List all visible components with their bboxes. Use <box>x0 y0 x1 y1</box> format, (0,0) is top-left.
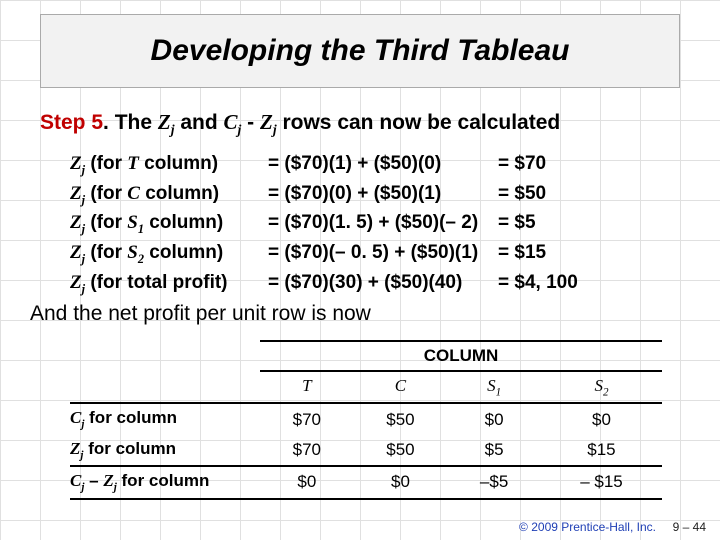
calc-var: Z <box>70 242 82 263</box>
page-number: 9 – 44 <box>673 520 706 534</box>
col-head: C <box>354 371 448 403</box>
col-head: T <box>260 371 354 403</box>
calc-for: (for <box>85 212 127 233</box>
cell: $0 <box>354 466 448 498</box>
calc-col: S <box>127 242 138 263</box>
calc-result: = $4, 100 <box>498 269 578 299</box>
calc-for: (for total profit) <box>85 272 227 293</box>
calc-col: C <box>127 183 140 204</box>
calc-tail: column) <box>139 153 218 174</box>
calc-for: (for <box>85 242 127 263</box>
calc-row: Zj (for S2 column) = ($70)(– 0. 5) + ($5… <box>70 239 578 269</box>
step-sentence: Step 5. The Zj and Cj - Zj rows can now … <box>40 110 560 138</box>
cell: $0 <box>260 466 354 498</box>
col-head: S1 <box>447 371 541 403</box>
c-italic: C <box>224 110 238 134</box>
calc-row: Zj (for S1 column) = ($70)(1. 5) + ($50)… <box>70 209 578 239</box>
cell: –$5 <box>447 466 541 498</box>
calc-for: (for <box>85 153 127 174</box>
z-italic-2: Z <box>260 110 273 134</box>
calc-row: Zj (for C column) = ($70)(0) + ($50)(1) … <box>70 180 578 210</box>
cell: – $15 <box>541 466 662 498</box>
calc-row: Zj (for T column) = ($70)(1) + ($50)(0) … <box>70 150 578 180</box>
title-banner: Developing the Third Tableau <box>40 14 680 88</box>
step-pre: The <box>109 111 158 134</box>
cell: $0 <box>541 403 662 434</box>
row-label: Cj for column <box>70 403 260 434</box>
calc-tail: column) <box>144 212 223 233</box>
col-head: S2 <box>541 371 662 403</box>
table-row: Cj – Zj for column $0 $0 –$5 – $15 <box>70 466 662 498</box>
step-and: and <box>175 111 224 134</box>
cell: $70 <box>260 403 354 434</box>
footer: © 2009 Prentice-Hall, Inc. 9 – 44 <box>519 520 706 534</box>
slide-title: Developing the Third Tableau <box>151 34 570 68</box>
table-row: Cj for column $70 $50 $0 $0 <box>70 403 662 434</box>
calc-result: = $5 <box>498 209 536 239</box>
column-group-header: COLUMN <box>260 341 662 371</box>
calc-var: Z <box>70 272 82 293</box>
net-profit-table: COLUMN T C S1 S2 Cj for column $70 $50 $… <box>70 340 662 500</box>
table-row: Zj for column $70 $50 $5 $15 <box>70 435 662 466</box>
calc-expr: = ($70)(– 0. 5) + ($50)(1) <box>268 239 498 269</box>
calc-result: = $50 <box>498 180 546 210</box>
net-profit-line: And the net profit per unit row is now <box>30 302 371 326</box>
step-dash: - <box>241 111 260 134</box>
calc-var: Z <box>70 212 82 233</box>
cell: $50 <box>354 403 448 434</box>
calc-expr: = ($70)(0) + ($50)(1) <box>268 180 498 210</box>
calc-var: Z <box>70 183 82 204</box>
calc-expr: = ($70)(1. 5) + ($50)(– 2) <box>268 209 498 239</box>
step-label: Step 5 <box>40 111 103 134</box>
row-label: Cj – Zj for column <box>70 466 260 498</box>
cell: $5 <box>447 435 541 466</box>
cell: $0 <box>447 403 541 434</box>
cell: $70 <box>260 435 354 466</box>
calc-for: (for <box>85 183 127 204</box>
calc-var: Z <box>70 153 82 174</box>
z-italic: Z <box>158 110 171 134</box>
calc-tail: column) <box>144 242 223 263</box>
cell: $15 <box>541 435 662 466</box>
calc-tail: column) <box>140 183 219 204</box>
row-label: Zj for column <box>70 435 260 466</box>
step-post: rows can now be calculated <box>277 111 561 134</box>
calc-col: S <box>127 212 138 233</box>
copyright: © 2009 Prentice-Hall, Inc. <box>519 520 656 534</box>
calc-result: = $15 <box>498 239 546 269</box>
calc-row: Zj (for total profit) = ($70)(30) + ($50… <box>70 269 578 299</box>
calculations-block: Zj (for T column) = ($70)(1) + ($50)(0) … <box>70 150 578 298</box>
calc-expr: = ($70)(30) + ($50)(40) <box>268 269 498 299</box>
calc-col: T <box>127 153 139 174</box>
calc-expr: = ($70)(1) + ($50)(0) <box>268 150 498 180</box>
cell: $50 <box>354 435 448 466</box>
calc-result: = $70 <box>498 150 546 180</box>
